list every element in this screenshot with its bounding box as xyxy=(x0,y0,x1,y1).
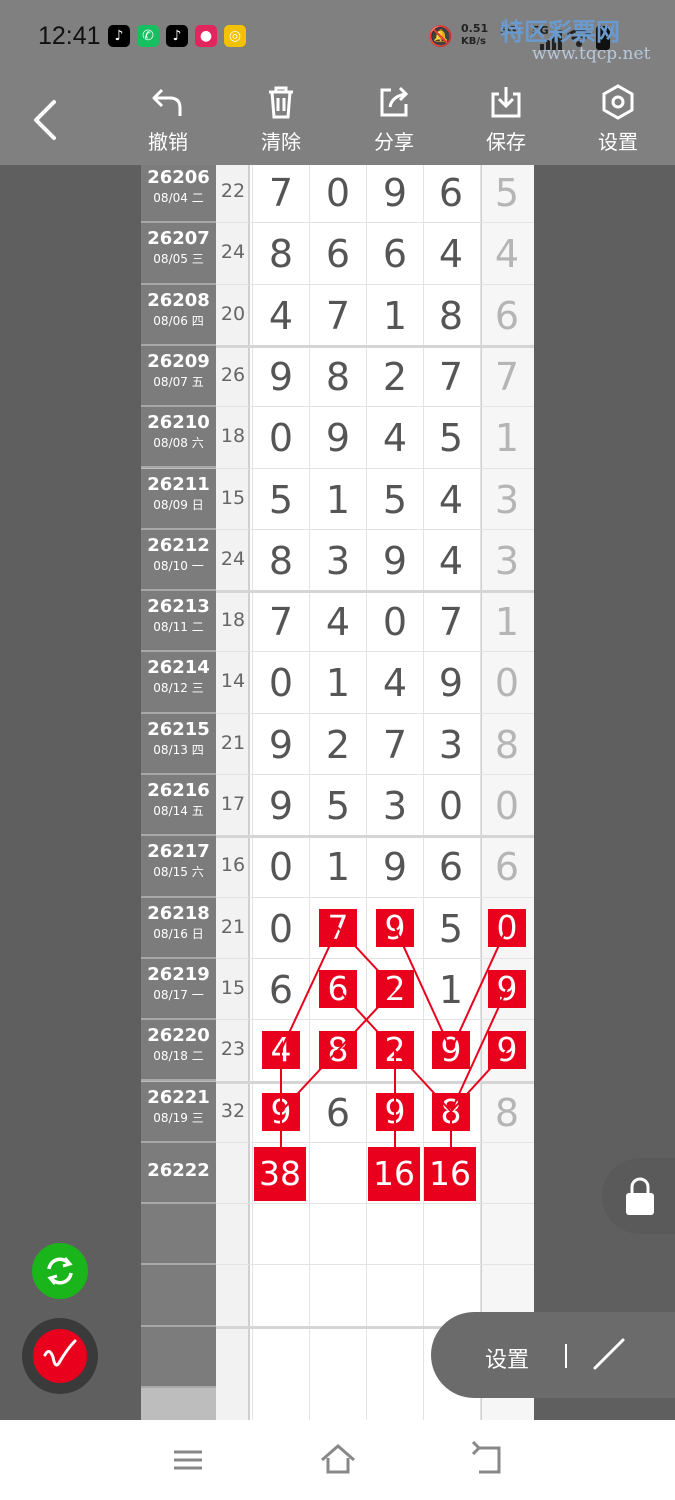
save-label: 保存 xyxy=(486,130,526,154)
watermark-url: www.tqcp.net xyxy=(532,44,651,64)
trend-line xyxy=(450,1049,508,1113)
download-icon xyxy=(491,87,521,118)
share-button[interactable]: 分享 xyxy=(359,84,429,160)
trash-icon xyxy=(269,86,293,119)
refresh-button[interactable] xyxy=(32,1243,88,1299)
watermark-title: 特区彩票网 xyxy=(500,18,620,46)
share-icon xyxy=(380,86,409,117)
chevron-left-icon xyxy=(34,100,56,140)
settings-button[interactable]: 设置 xyxy=(583,84,653,160)
app-notification-icon: ◎ xyxy=(224,25,246,47)
phone-app-icon: ✆ xyxy=(137,25,159,47)
lock-button[interactable] xyxy=(602,1158,675,1234)
toolbar: 撤销 清除 分享 保存 设置 xyxy=(0,72,675,165)
trend-line xyxy=(280,927,339,1051)
clear-button[interactable]: 清除 xyxy=(246,84,316,160)
settings-pill[interactable]: 设置 xyxy=(431,1312,675,1398)
undo-label: 撤销 xyxy=(148,130,188,154)
app-notification-icon: ● xyxy=(195,25,217,47)
undo-button[interactable]: 撤销 xyxy=(133,84,203,160)
menu-icon[interactable] xyxy=(168,1440,208,1480)
back-button[interactable] xyxy=(26,94,66,146)
connection-lines xyxy=(280,926,508,1151)
trend-chart-grid[interactable]: 26206 08/04 二 22 26207 08/05 三 24 26208 08/06 四… xyxy=(141,165,534,1420)
trend-line xyxy=(450,927,508,1051)
line-tool-icon[interactable] xyxy=(589,1334,629,1374)
undo-icon xyxy=(152,88,182,116)
tiktok-icon: ♪ xyxy=(166,25,188,47)
lock-icon xyxy=(626,1177,654,1215)
trend-line xyxy=(450,988,508,1112)
net-unit: KB/s xyxy=(461,36,486,47)
clear-label: 清除 xyxy=(261,130,301,154)
status-bar: 12:41 ♪ ✆ ♪ ● ◎ 🔕 0.51 KB/s 5G 5G 特区彩票网 … xyxy=(0,0,675,72)
status-time: 12:41 xyxy=(38,22,101,50)
refresh-icon xyxy=(47,1257,73,1285)
save-button[interactable]: 保存 xyxy=(471,84,541,160)
back-nav-icon[interactable] xyxy=(467,1440,507,1480)
pill-divider xyxy=(565,1344,567,1368)
trend-line xyxy=(337,926,396,990)
share-label: 分享 xyxy=(374,130,414,154)
net-speed: 0.51 xyxy=(461,22,489,35)
trend-line xyxy=(394,927,452,1051)
trend-line xyxy=(280,1049,339,1113)
home-icon[interactable] xyxy=(318,1440,358,1480)
navigation-bar xyxy=(0,1420,675,1500)
pill-settings-label: 设置 xyxy=(485,1348,530,1373)
mute-icon: 🔕 xyxy=(428,24,453,48)
gear-icon xyxy=(602,84,634,120)
tiktok-icon: ♪ xyxy=(108,25,130,47)
settings-label: 设置 xyxy=(598,130,638,154)
pen-icon xyxy=(43,1339,77,1367)
pen-button[interactable] xyxy=(33,1329,87,1383)
